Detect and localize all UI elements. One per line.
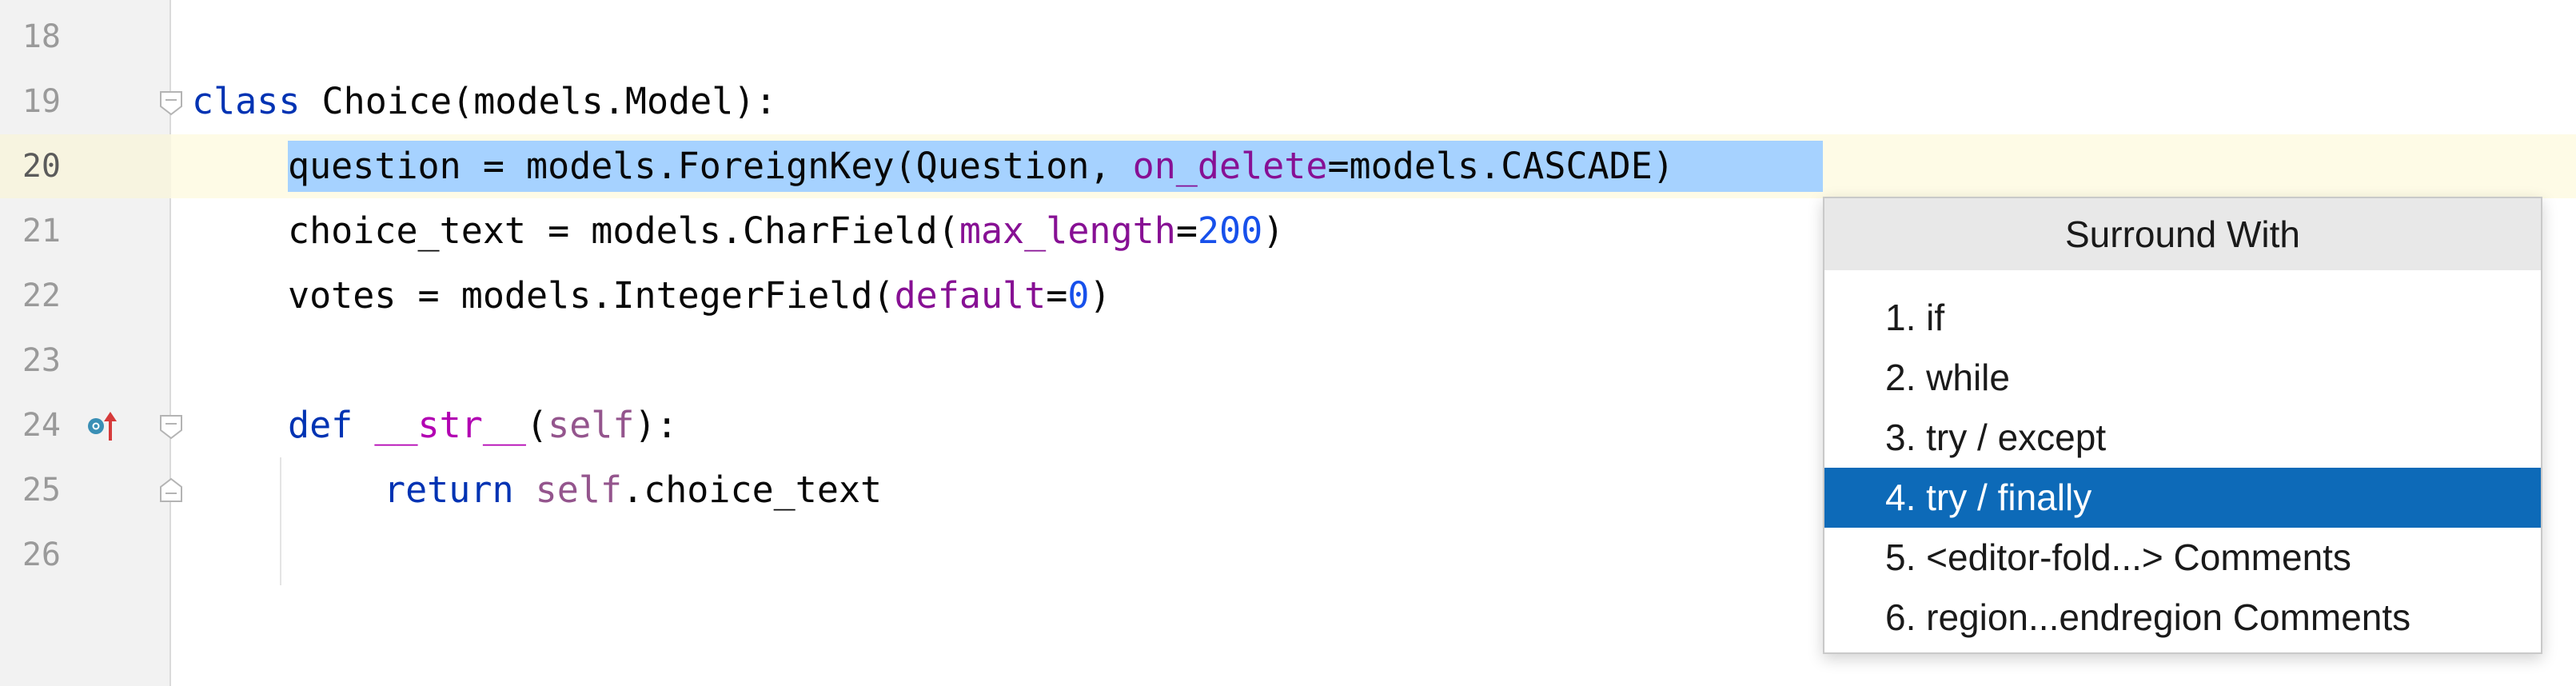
number-literal: 200	[1197, 209, 1263, 252]
popup-title: Surround With	[1824, 198, 2541, 270]
fold-end-marker-icon[interactable]	[158, 477, 185, 505]
code-text: =models.CASCADE)	[1327, 145, 1674, 187]
popup-item-editor-fold-comments[interactable]: 5. <editor-fold...> Comments	[1824, 528, 2541, 588]
keyword: def	[288, 404, 353, 446]
code-text: =	[1175, 209, 1198, 252]
popup-item-region-comments[interactable]: 6. region...endregion Comments	[1824, 588, 2541, 648]
line-number: 19	[22, 83, 61, 120]
line-number: 26	[22, 536, 61, 573]
code-text: )	[1262, 209, 1285, 252]
code-line-25[interactable]: return self.choice_text	[384, 458, 882, 522]
code-text: .choice_text	[622, 469, 883, 511]
code-text: ):	[634, 404, 678, 446]
implemented-method-icon[interactable]	[86, 410, 118, 442]
indent-guide	[280, 457, 281, 585]
code-text: question = models.ForeignKey(Question,	[288, 145, 1133, 187]
fold-marker-icon[interactable]	[158, 413, 185, 440]
parameter-name: default	[894, 274, 1047, 317]
code-text: )	[1089, 274, 1111, 317]
number-literal: 0	[1067, 274, 1090, 317]
code-line-20[interactable]: question = models.ForeignKey(Question, o…	[288, 134, 1674, 198]
fold-marker-icon[interactable]	[158, 89, 185, 116]
editor-gutter[interactable]: 18 19 20 21 22 23 24 25 26	[0, 0, 182, 686]
popup-item-try-finally[interactable]: 4. try / finally	[1824, 468, 2541, 528]
code-text: (	[526, 404, 548, 446]
line-number: 18	[22, 18, 61, 55]
parameter-name: on_delete	[1132, 145, 1328, 187]
line-number: 22	[22, 277, 61, 314]
code-text: choice_text = models.CharField(	[288, 209, 959, 252]
line-number: 23	[22, 342, 61, 379]
line-number: 25	[22, 472, 61, 509]
code-line-21[interactable]: choice_text = models.CharField(max_lengt…	[288, 199, 1284, 263]
code-text: Choice(models.Model):	[300, 80, 777, 122]
line-number: 20	[22, 148, 61, 185]
function-name: __str__	[374, 404, 527, 446]
code-line-19[interactable]: class Choice(models.Model):	[192, 70, 777, 134]
popup-item-try-except[interactable]: 3. try / except	[1824, 408, 2541, 468]
keyword: return	[384, 469, 514, 511]
self-keyword: self	[548, 404, 635, 446]
code-line-24[interactable]: def __str__(self):	[288, 393, 678, 457]
surround-with-popup[interactable]: Surround With 1. if 2. while 3. try / ex…	[1823, 197, 2542, 654]
line-number: 21	[22, 213, 61, 249]
popup-item-while[interactable]: 2. while	[1824, 348, 2541, 408]
line-number: 24	[22, 407, 61, 444]
code-text: votes = models.IntegerField(	[288, 274, 895, 317]
keyword: class	[192, 80, 301, 122]
parameter-name: max_length	[959, 209, 1176, 252]
self-keyword: self	[535, 469, 623, 511]
code-line-22[interactable]: votes = models.IntegerField(default=0)	[288, 264, 1111, 328]
code-text: =	[1046, 274, 1068, 317]
popup-item-if[interactable]: 1. if	[1824, 288, 2541, 348]
